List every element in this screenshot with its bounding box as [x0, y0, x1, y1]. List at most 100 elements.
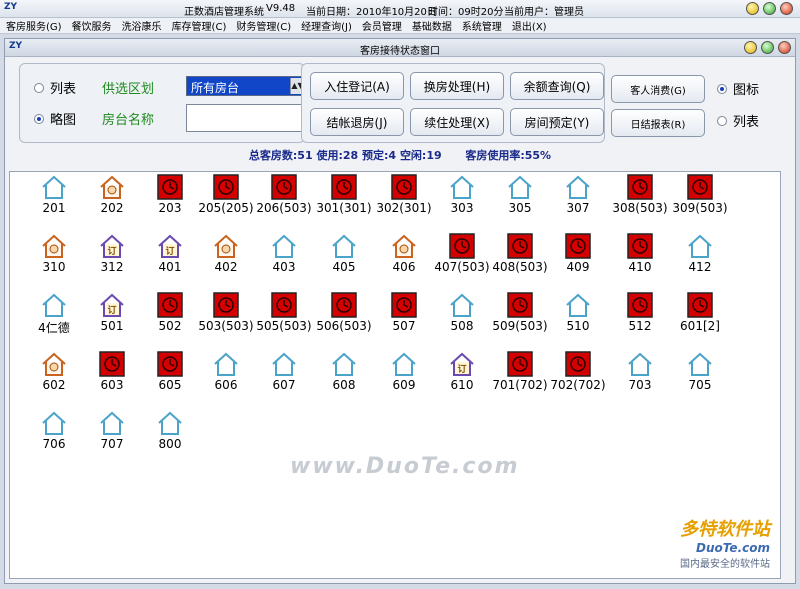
display-list-radio[interactable]: 列表 — [717, 111, 759, 130]
menu-item[interactable]: 经理查询(J) — [301, 18, 352, 33]
room-tile[interactable]: 702(702) — [550, 351, 606, 403]
checkout-button[interactable]: 结帐退房(J) — [310, 108, 404, 136]
room-name-input[interactable] — [186, 104, 306, 132]
vacant-room-icon — [507, 174, 533, 200]
sub-close-button[interactable] — [778, 41, 791, 54]
room-tile[interactable]: 订 312 — [84, 233, 140, 285]
current-time: 时间：09时20分 — [428, 7, 504, 18]
room-number: 705 — [688, 378, 712, 392]
room-tile[interactable]: 506(503) — [316, 292, 372, 344]
display-icon-radio[interactable]: 图标 — [717, 79, 759, 98]
room-tile[interactable]: 505(503) — [256, 292, 312, 344]
room-tile[interactable]: 609 — [376, 351, 432, 403]
room-tile[interactable]: 308(503) — [612, 174, 668, 226]
room-tile[interactable]: 205(205) — [198, 174, 254, 226]
room-tile[interactable]: 701(702) — [492, 351, 548, 403]
room-tile[interactable]: 402 — [198, 233, 254, 285]
extend-stay-button[interactable]: 续住处理(X) — [410, 108, 504, 136]
room-tile[interactable]: 4仁德 — [26, 292, 82, 344]
app-logo-icon: ZY — [4, 2, 18, 12]
room-tile[interactable]: 407(503) — [434, 233, 490, 285]
room-tile[interactable]: 603 — [84, 351, 140, 403]
room-tile[interactable]: 510 — [550, 292, 606, 344]
room-tile[interactable]: 订 501 — [84, 292, 140, 344]
room-tile[interactable]: 307 — [550, 174, 606, 226]
room-tile[interactable]: 412 — [672, 233, 728, 285]
room-tile[interactable]: 503(503) — [198, 292, 254, 344]
room-number: 312 — [100, 260, 124, 274]
room-tile[interactable]: 800 — [142, 410, 198, 462]
menu-item[interactable]: 客房服务(G) — [6, 18, 62, 33]
room-tile[interactable]: 406 — [376, 233, 432, 285]
room-number: 606 — [214, 378, 238, 392]
room-tile[interactable]: 601[2] — [672, 292, 728, 344]
room-tile[interactable]: 302(301) — [376, 174, 432, 226]
reserve-room-button[interactable]: 房间预定(Y) — [510, 108, 604, 136]
sub-maximize-button[interactable] — [761, 41, 774, 54]
room-tile[interactable]: 602 — [26, 351, 82, 403]
room-tile[interactable]: 403 — [256, 233, 312, 285]
room-tile[interactable]: 303 — [434, 174, 490, 226]
view-thumb-radio[interactable]: 略图 — [34, 109, 76, 128]
guest-consume-button[interactable]: 客人消费(G) — [611, 75, 705, 103]
room-tile[interactable]: 705 — [672, 351, 728, 403]
checkin-button[interactable]: 入住登记(A) — [310, 72, 404, 100]
menu-item[interactable]: 会员管理 — [362, 18, 402, 33]
room-tile[interactable]: 608 — [316, 351, 372, 403]
room-number: 303 — [450, 201, 474, 215]
room-tile[interactable]: 订 610 — [434, 351, 490, 403]
room-tile[interactable]: 607 — [256, 351, 312, 403]
menu-item[interactable]: 退出(X) — [512, 18, 547, 33]
room-tile[interactable]: 订 401 — [142, 233, 198, 285]
view-list-radio[interactable]: 列表 — [34, 78, 76, 97]
room-tile[interactable]: 703 — [612, 351, 668, 403]
room-tile[interactable]: 206(503) — [256, 174, 312, 226]
sub-minimize-button[interactable] — [744, 41, 757, 54]
room-tile[interactable]: 605 — [142, 351, 198, 403]
balance-query-button[interactable]: 余额查询(Q) — [510, 72, 604, 100]
vacant-room-icon — [565, 174, 591, 200]
menu-item[interactable]: 库存管理(C) — [172, 18, 227, 33]
area-select[interactable]: 所有房台 ▲▼ — [186, 76, 306, 96]
room-number: 610 — [450, 378, 474, 392]
room-tile[interactable]: 203 — [142, 174, 198, 226]
vacant-room-icon — [213, 351, 239, 377]
room-tile[interactable]: 502 — [142, 292, 198, 344]
menu-item[interactable]: 系统管理 — [462, 18, 502, 33]
svg-text:订: 订 — [107, 245, 116, 257]
room-tile[interactable]: 606 — [198, 351, 254, 403]
room-tile[interactable]: 301(301) — [316, 174, 372, 226]
menu-item[interactable]: 财务管理(C) — [236, 18, 291, 33]
dirty-room-icon — [41, 351, 67, 377]
room-number: 402 — [214, 260, 238, 274]
close-button[interactable] — [780, 2, 793, 15]
room-tile[interactable]: 201 — [26, 174, 82, 226]
room-tile[interactable]: 310 — [26, 233, 82, 285]
room-tile[interactable]: 507 — [376, 292, 432, 344]
menu-item[interactable]: 餐饮服务 — [72, 18, 112, 33]
room-tile[interactable]: 409 — [550, 233, 606, 285]
menu-item[interactable]: 基础数据 — [412, 18, 452, 33]
room-tile[interactable]: 408(503) — [492, 233, 548, 285]
room-tile[interactable]: 512 — [612, 292, 668, 344]
menu-item[interactable]: 洗浴康乐 — [122, 18, 162, 33]
room-number: 509(503) — [492, 319, 548, 333]
room-tile[interactable]: 509(503) — [492, 292, 548, 344]
room-status-window: ZY 客房接待状态窗口 列表 略图 供选区划 房台名称 所有房台 ▲▼ 入住登记… — [4, 38, 796, 584]
room-number: 507 — [392, 319, 416, 333]
room-tile[interactable]: 309(503) — [672, 174, 728, 226]
room-tile[interactable]: 707 — [84, 410, 140, 462]
daily-report-button[interactable]: 日结报表(R) — [611, 109, 705, 137]
room-tile[interactable]: 305 — [492, 174, 548, 226]
area-label: 供选区划 — [102, 82, 155, 97]
room-tile[interactable]: 508 — [434, 292, 490, 344]
room-tile[interactable]: 706 — [26, 410, 82, 462]
maximize-button[interactable] — [763, 2, 776, 15]
room-tile[interactable]: 410 — [612, 233, 668, 285]
occupied-room-icon — [271, 292, 297, 318]
room-tile[interactable]: 202 — [84, 174, 140, 226]
minimize-button[interactable] — [746, 2, 759, 15]
room-tile[interactable]: 405 — [316, 233, 372, 285]
room-number: 205(205) — [198, 201, 254, 215]
change-room-button[interactable]: 换房处理(H) — [410, 72, 504, 100]
